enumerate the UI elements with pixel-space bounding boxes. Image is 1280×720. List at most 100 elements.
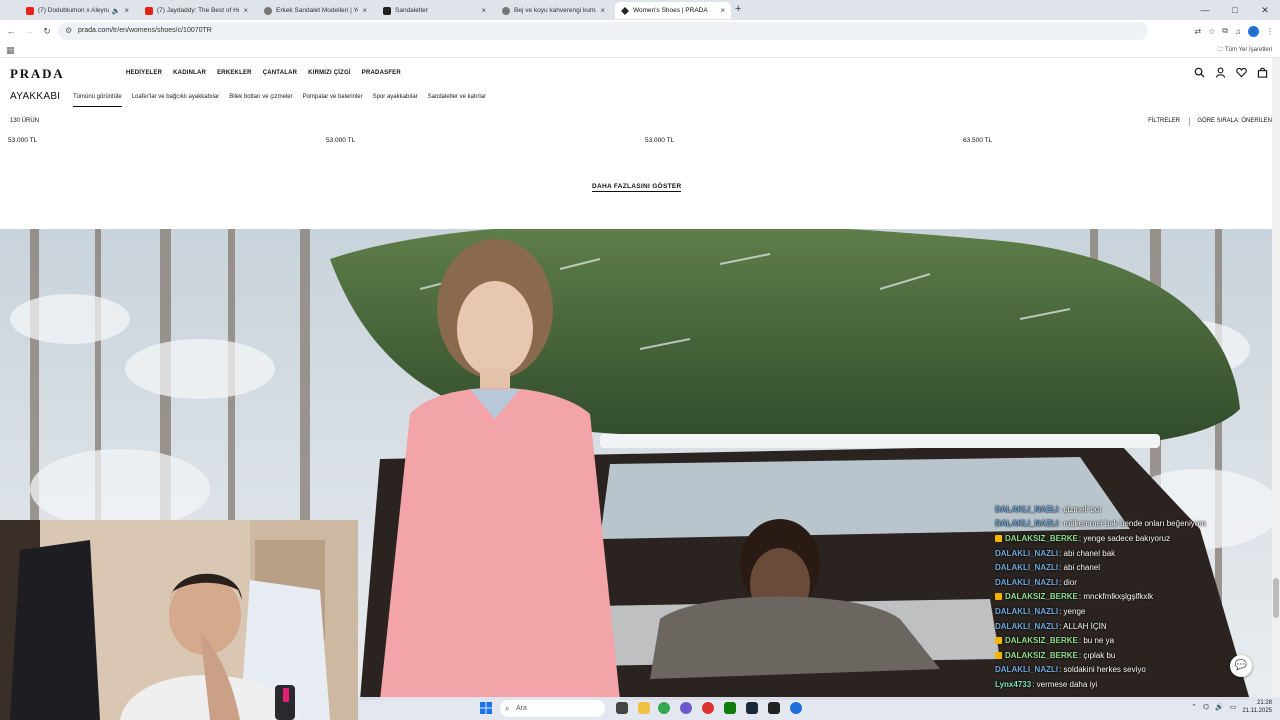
chat-username[interactable]: DALAKLI_NAZLI xyxy=(995,607,1058,616)
browser-tab-5[interactable]: Bej ve koyu kahverengi kumaş × xyxy=(496,2,611,19)
chat-username[interactable]: DALAKLI_NAZLI xyxy=(995,505,1058,514)
new-tab-button[interactable]: + xyxy=(735,3,741,15)
close-icon[interactable]: × xyxy=(243,6,248,15)
chat-text: : mükemmel bak bende onları beğeniyom xyxy=(1059,519,1206,529)
url-text: prada.com/tr/en/womens/shoes/c/10070TR xyxy=(78,27,212,34)
clock-time: 21:28 xyxy=(1256,700,1272,706)
chat-username[interactable]: Lynx4733 xyxy=(995,680,1031,689)
address-bar[interactable]: ⚙ prada.com/tr/en/womens/shoes/c/10070TR xyxy=(58,22,1148,40)
close-window-icon[interactable]: ✕ xyxy=(1250,0,1280,20)
chat-text: : soldakini herkes seviyo xyxy=(1059,665,1146,675)
subnav-view-all[interactable]: Tümünü görüntüle xyxy=(73,94,122,107)
chevron-up-icon[interactable]: ⌃ xyxy=(1191,703,1197,711)
reload-icon[interactable]: ↻ xyxy=(38,26,56,37)
menu-kebab-icon[interactable]: ⋮ xyxy=(1266,27,1274,36)
forward-icon[interactable]: → xyxy=(20,26,38,36)
task-view-icon[interactable] xyxy=(616,702,628,714)
nav-item-men[interactable]: ERKEKLER xyxy=(217,70,252,76)
browser-tab-3[interactable]: Erkek Sandalet Modelleri | Yeni × xyxy=(258,2,373,19)
apps-grid-icon[interactable]: ▦ xyxy=(6,45,15,56)
taskbar-search[interactable]: ⌕ Ara xyxy=(500,700,605,717)
chat-username[interactable]: DALAKLI_NAZLI xyxy=(995,519,1058,528)
chat-bubble-icon[interactable]: 💬 xyxy=(1230,655,1252,677)
wishlist-heart-icon[interactable] xyxy=(1236,67,1247,78)
speaker-icon[interactable]: 🔈 xyxy=(112,7,121,15)
nav-item-gifts[interactable]: HEDİYELER xyxy=(126,70,162,76)
browser-tab-active[interactable]: Women's Shoes | PRADA × xyxy=(615,2,731,19)
prada-logo[interactable]: PRADA xyxy=(10,66,65,82)
windows-taskbar: ⌕ Ara ⌃ ⌬ 🔊 ▭ 21:28 21.11.2025 xyxy=(358,697,1280,720)
subnav-sandals[interactable]: Sandaletler ve katırlar xyxy=(428,94,486,107)
maximize-icon[interactable]: □ xyxy=(1220,0,1250,20)
bookmark-star-icon[interactable]: ☆ xyxy=(1208,27,1215,36)
chat-message: DALAKLI_NAZLI: çizmeli bot xyxy=(995,502,1265,517)
chat-username[interactable]: DALAKSIZ_BERKE xyxy=(1005,636,1078,645)
nav-item-pradasphere[interactable]: PRADASFER xyxy=(362,70,401,76)
chat-username[interactable]: DALAKLI_NAZLI xyxy=(995,563,1058,572)
chrome-icon[interactable] xyxy=(658,702,670,714)
back-icon[interactable]: ← xyxy=(2,26,20,36)
file-explorer-icon[interactable] xyxy=(638,702,650,714)
minimize-icon[interactable]: — xyxy=(1190,0,1220,20)
site-info-icon[interactable]: ⚙ xyxy=(65,22,72,40)
close-icon[interactable]: × xyxy=(481,6,486,15)
filters-button[interactable]: FİLTRELER xyxy=(1148,118,1180,124)
close-icon[interactable]: × xyxy=(362,6,367,15)
youtube-icon xyxy=(26,6,34,15)
taskbar-clock[interactable]: 21:28 21.11.2025 xyxy=(1242,699,1272,715)
app-icon[interactable] xyxy=(790,702,802,714)
discord-icon[interactable] xyxy=(680,702,692,714)
subnav-loafers[interactable]: Loafer'lar ve bağcıklı ayakkabılar xyxy=(132,94,220,107)
profile-avatar[interactable]: K xyxy=(1248,25,1259,37)
browser-tab-4[interactable]: Sandaletler × xyxy=(377,2,492,19)
xbox-icon[interactable] xyxy=(724,702,736,714)
epic-games-icon[interactable] xyxy=(768,702,780,714)
chat-username[interactable]: DALAKLI_NAZLI xyxy=(995,665,1058,674)
translate-icon[interactable]: ⇄ xyxy=(1194,27,1201,36)
search-icon[interactable] xyxy=(1194,67,1205,78)
chat-username[interactable]: DALAKLI_NAZLI xyxy=(995,549,1058,558)
chat-text: : bu ne ya xyxy=(1078,636,1115,646)
page-title: AYAKKABI xyxy=(10,91,61,102)
chat-message: DALAKLI_NAZLI: yenge xyxy=(995,604,1265,619)
battery-icon[interactable]: ▭ xyxy=(1230,703,1237,711)
volume-icon[interactable]: 🔊 xyxy=(1215,703,1224,711)
subscriber-badge-icon xyxy=(995,651,1002,659)
browser-tab-2[interactable]: (7) Jaydaddy: The Best of Home × xyxy=(139,2,254,19)
nav-item-women[interactable]: KADINLAR xyxy=(173,70,206,76)
subscriber-badge-icon xyxy=(995,534,1002,542)
show-more-button[interactable]: DAHA FAZLASINI GÖSTER xyxy=(592,183,682,192)
scrollbar-thumb[interactable] xyxy=(1273,578,1279,618)
window-controls: — □ ✕ xyxy=(1190,0,1280,20)
media-icon[interactable]: ♫ xyxy=(1235,27,1241,36)
chat-username[interactable]: DALAKLI_NAZLI xyxy=(995,622,1058,631)
subnav-pumps[interactable]: Pompalar ve balerinler xyxy=(303,94,363,107)
close-icon[interactable]: × xyxy=(720,6,725,15)
close-icon[interactable]: × xyxy=(600,6,605,15)
page-scrollbar[interactable] xyxy=(1272,58,1280,700)
network-icon[interactable]: ⌬ xyxy=(1203,703,1209,711)
chat-message: DALAKSIZ_BERKE: çıplak bu xyxy=(995,648,1265,663)
stream-chat: DALAKLI_NAZLI: çizmeli bot DALAKLI_NAZLI:… xyxy=(995,502,1265,692)
toolbar-actions: ⇄ ☆ ⧉ ♫ K ⋮ xyxy=(1194,22,1274,40)
all-bookmarks-button[interactable]: 🗀 Tüm Yer İşaretleri xyxy=(1217,45,1272,55)
sort-button[interactable]: GÖRE SIRALA: ÖNERİLEN xyxy=(1197,118,1272,124)
windows-start-icon[interactable] xyxy=(480,702,492,714)
tab-title: Erkek Sandalet Modelleri | Yeni xyxy=(276,7,359,14)
subnav-boots[interactable]: Bilek botları ve çizmeler xyxy=(229,94,292,107)
chat-username[interactable]: DALAKLI_NAZLI xyxy=(995,578,1058,587)
chat-username[interactable]: DALAKSIZ_BERKE xyxy=(1005,651,1078,660)
shopping-bag-icon[interactable] xyxy=(1257,67,1268,78)
browser-tab-1[interactable]: (7) Dodublumon x Aleyna Tilki 🔈 × xyxy=(20,2,135,19)
subnav-sneakers[interactable]: Spor ayakkabılar xyxy=(373,94,418,107)
steam-icon[interactable] xyxy=(746,702,758,714)
chat-message: DALAKSIZ_BERKE: yenge sadece bakıyoruz xyxy=(995,531,1265,546)
close-icon[interactable]: × xyxy=(124,6,129,15)
extensions-icon[interactable]: ⧉ xyxy=(1222,26,1228,36)
account-icon[interactable] xyxy=(1215,67,1226,78)
nav-item-bags[interactable]: ÇANTALAR xyxy=(263,70,297,76)
chat-username[interactable]: DALAKSIZ_BERKE xyxy=(1005,592,1078,601)
chat-username[interactable]: DALAKSIZ_BERKE xyxy=(1005,534,1078,543)
nav-item-red-line[interactable]: KIRMIZI ÇİZGİ xyxy=(308,70,351,76)
opera-icon[interactable] xyxy=(702,702,714,714)
